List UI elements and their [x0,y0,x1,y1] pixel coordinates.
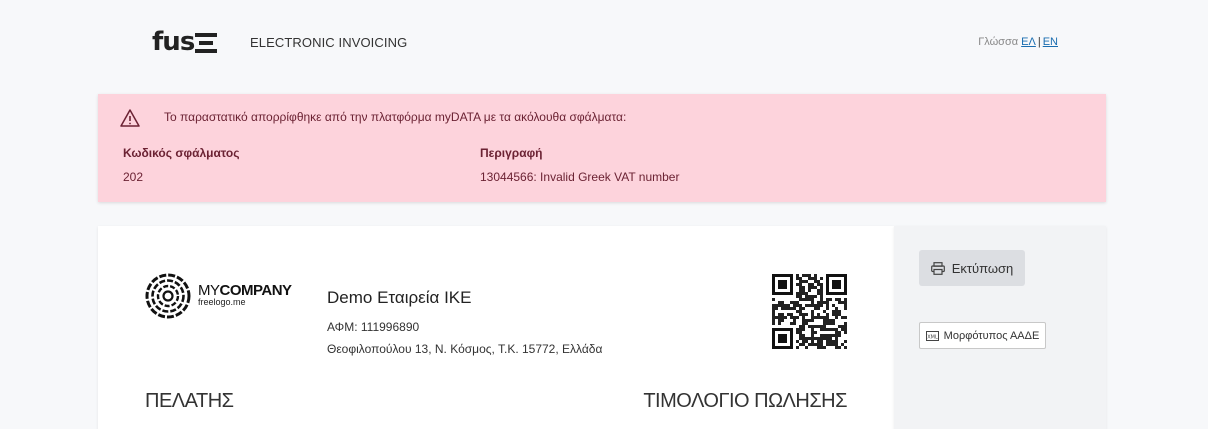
invoice-document: MYCOMPANY freelogo.me Demo Εταιρεία ΙΚΕ … [98,226,894,429]
alert-message: Το παραστατικό απορρίφθηκε από την πλατφ… [164,110,627,124]
top-bar: fus ELECTRONIC INVOICING Γλώσσα ΕΛ | EN [0,0,1208,86]
fuse-logo[interactable]: fus [152,27,218,57]
logo-text: fus [152,27,195,57]
document-type-heading: ΤΙΜΟΛΟΓΙΟ ΠΩΛΗΣΗΣ [643,390,847,412]
language-link-en[interactable]: EN [1043,36,1058,48]
language-label: Γλώσσα [978,36,1019,48]
company-logo-icon [145,273,191,319]
issuer-name: Demo Εταιρεία ΙΚΕ [327,288,472,307]
xml-file-icon: XML [925,330,939,341]
issuer-vat: ΑΦΜ: 111996890 [327,320,420,334]
app-title: ELECTRONIC INVOICING [250,35,408,50]
language-link-el[interactable]: ΕΛ [1021,36,1036,48]
svg-text:XML: XML [927,334,938,340]
aade-format-button[interactable]: XML Μορφότυπος ΑΑΔΕ [919,322,1046,349]
qr-code-icon [772,274,847,349]
aade-format-button-label: Μορφότυπος ΑΑΔΕ [943,329,1040,342]
error-alert: Το παραστατικό απορρίφθηκε από την πλατφ… [98,94,1106,202]
printer-icon [930,261,945,275]
warning-icon [120,109,140,127]
error-description-header: Περιγραφή [480,146,543,160]
print-button[interactable]: Εκτύπωση [919,250,1025,286]
error-description-value: 13044566: Invalid Greek VAT number [480,170,680,184]
customer-heading: ΠΕΛΑΤΗΣ [145,390,234,412]
company-logo-subtitle: freelogo.me [198,297,246,307]
actions-panel: Εκτύπωση XML Μορφότυπος ΑΑΔΕ [894,226,1106,429]
error-code-header: Κωδικός σφάλματος [123,146,240,160]
logo-e-glyph-icon [195,32,218,54]
issuer-address: Θεοφιλοπούλου 13, Ν. Κόσμος, Τ.Κ. 15772,… [327,342,603,356]
language-switcher: Γλώσσα ΕΛ | EN [978,36,1058,48]
error-code-value: 202 [123,170,144,184]
print-button-label: Εκτύπωση [951,260,1014,276]
